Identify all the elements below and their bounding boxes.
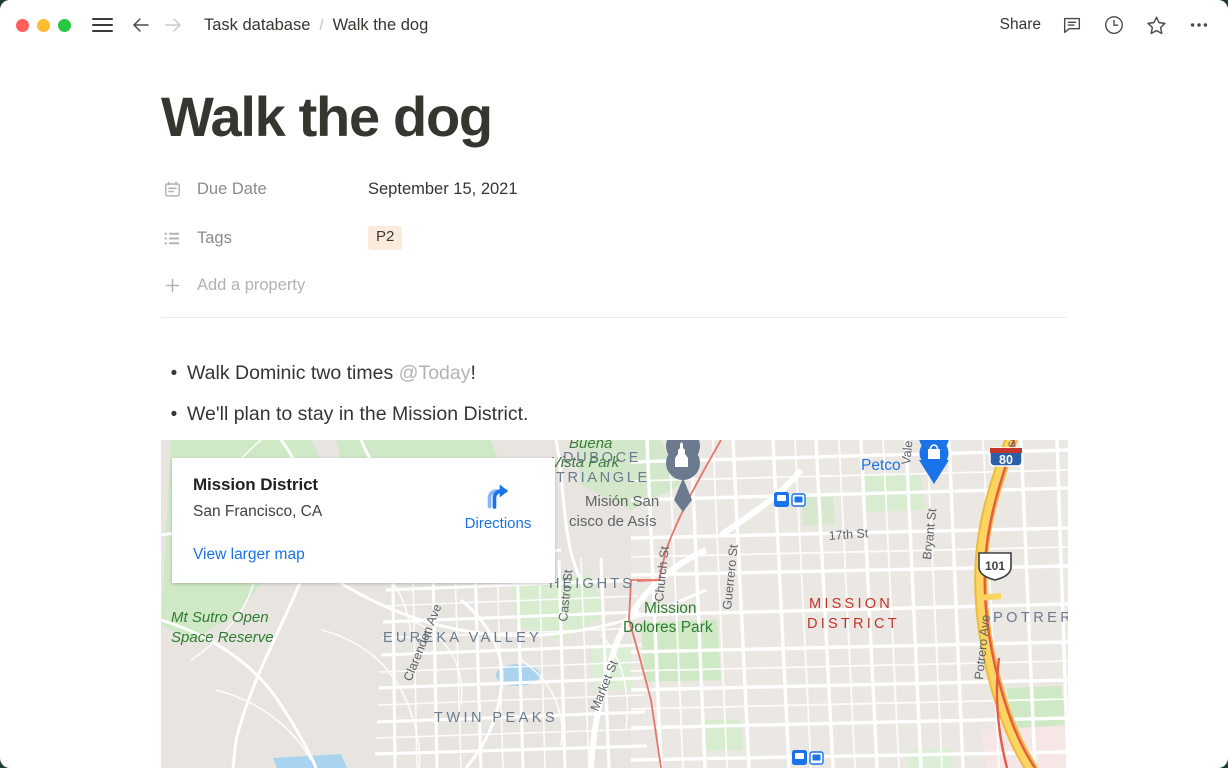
- svg-text:MISSION: MISSION: [809, 596, 893, 612]
- plus-icon: [161, 274, 183, 296]
- close-window-button[interactable]: [16, 18, 29, 32]
- breadcrumb-current[interactable]: Walk the dog: [333, 16, 429, 35]
- directions-label: Directions: [464, 515, 532, 532]
- property-name-tags: Tags: [197, 228, 232, 247]
- list-item-text-main: Walk Dominic two times: [187, 362, 399, 384]
- property-value-due-date[interactable]: September 15, 2021: [368, 180, 518, 199]
- property-label-tags[interactable]: Tags: [161, 227, 368, 249]
- bullet-point-icon: •: [170, 363, 178, 384]
- star-icon[interactable]: [1145, 14, 1168, 37]
- property-row-tags[interactable]: Tags P2: [161, 221, 781, 255]
- list-item-text[interactable]: Walk Dominic two times @Today!: [187, 360, 476, 387]
- map-embed[interactable]: Buena Vista Park DUBOCE TRIANGLE Misión …: [161, 440, 1068, 768]
- list-item[interactable]: • We'll plan to stay in the Mission Dist…: [161, 401, 1067, 428]
- svg-text:Petco: Petco: [861, 457, 901, 474]
- traffic-lights: [16, 18, 71, 32]
- breadcrumb-separator: /: [319, 16, 324, 34]
- arrow-left-icon[interactable]: [128, 12, 154, 38]
- property-row-due-date[interactable]: Due Date September 15, 2021: [161, 172, 781, 206]
- map-info-card[interactable]: Mission District San Francisco, CA View …: [172, 458, 555, 583]
- svg-text:cisco de Asís: cisco de Asís: [569, 513, 657, 530]
- share-button[interactable]: Share: [1000, 16, 1041, 34]
- mention-today[interactable]: @Today: [399, 362, 471, 384]
- bullet-point-icon: •: [170, 404, 178, 425]
- clock-icon[interactable]: [1103, 14, 1125, 36]
- hamburger-icon[interactable]: [90, 13, 114, 37]
- property-label-due-date[interactable]: Due Date: [161, 178, 368, 200]
- svg-text:80: 80: [999, 453, 1013, 467]
- list-item-text[interactable]: We'll plan to stay in the Mission Distri…: [187, 401, 528, 428]
- svg-text:Dolores Park: Dolores Park: [623, 619, 713, 636]
- list-item[interactable]: • Walk Dominic two times @Today!: [161, 360, 1067, 387]
- status-badge[interactable]: P2: [368, 226, 403, 250]
- calendar-icon: [161, 178, 183, 200]
- add-property-label: Add a property: [197, 275, 306, 294]
- app-window: Task database / Walk the dog Share Walk …: [0, 0, 1228, 768]
- view-larger-map-link[interactable]: View larger map: [193, 546, 305, 564]
- svg-text:Mission: Mission: [644, 600, 697, 617]
- directions-arrow-icon: [481, 478, 515, 512]
- comment-icon[interactable]: [1061, 14, 1083, 36]
- add-property-button[interactable]: Add a property: [161, 270, 781, 300]
- svg-text:DISTRICT: DISTRICT: [807, 616, 900, 632]
- ellipsis-icon[interactable]: [1188, 14, 1210, 36]
- multi-select-icon: [161, 227, 183, 249]
- directions-button[interactable]: Directions: [459, 478, 537, 532]
- svg-text:101: 101: [985, 559, 1005, 573]
- svg-text:TRIANGLE: TRIANGLE: [556, 470, 650, 486]
- arrow-right-icon[interactable]: [160, 12, 186, 38]
- property-list: Due Date September 15, 2021 Tags P2 Add …: [161, 172, 781, 300]
- svg-text:POTRERO: POTRERO: [993, 610, 1068, 626]
- title-bar: Task database / Walk the dog Share: [0, 0, 1228, 50]
- list-item-text-suffix: !: [470, 362, 476, 384]
- svg-text:Space Reserve: Space Reserve: [171, 629, 274, 646]
- property-name-due-date: Due Date: [197, 179, 267, 198]
- interstate-80-shield: 80: [989, 447, 1023, 467]
- svg-text:DUBOCE: DUBOCE: [563, 450, 641, 466]
- page-title[interactable]: Walk the dog: [161, 89, 493, 145]
- svg-text:EUREKA VALLEY: EUREKA VALLEY: [383, 630, 542, 646]
- breadcrumb: Task database / Walk the dog: [204, 16, 428, 35]
- svg-text:Misión San: Misión San: [585, 493, 659, 510]
- page-content: Walk the dog Due Date September 15, 2021: [0, 50, 1228, 768]
- svg-text:17th St: 17th St: [828, 526, 869, 543]
- svg-text:TWIN PEAKS: TWIN PEAKS: [434, 710, 558, 726]
- content-divider: [161, 317, 1067, 318]
- breadcrumb-parent[interactable]: Task database: [204, 16, 310, 35]
- titlebar-actions: Share: [1000, 14, 1210, 37]
- bullet-list: • Walk Dominic two times @Today! • We'll…: [161, 360, 1067, 442]
- us-route-101-shield: 101: [978, 552, 1012, 581]
- minimize-window-button[interactable]: [37, 18, 50, 32]
- maximize-window-button[interactable]: [58, 18, 71, 32]
- svg-text:Mt Sutro Open: Mt Sutro Open: [171, 609, 269, 626]
